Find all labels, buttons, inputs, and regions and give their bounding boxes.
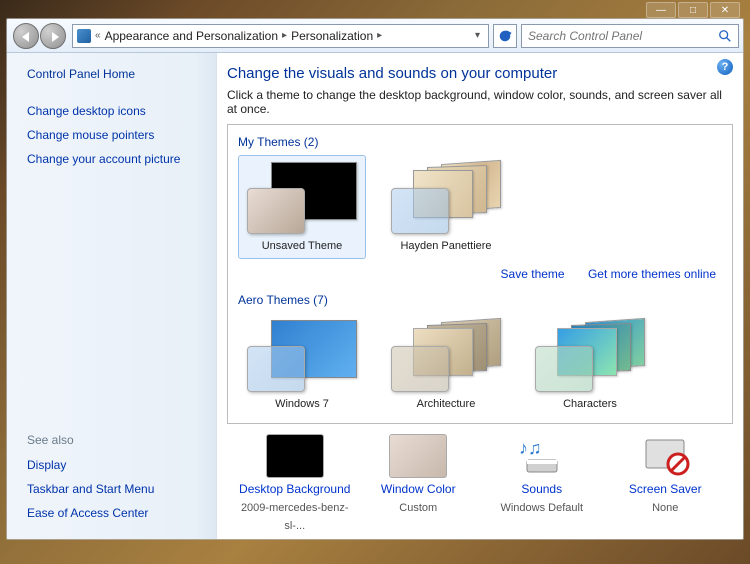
- page-title: Change the visuals and sounds on your co…: [227, 65, 733, 82]
- nav-back-button[interactable]: [13, 23, 39, 49]
- nav-forward-button[interactable]: [40, 23, 66, 49]
- sidebar-link-mouse-pointers[interactable]: Change mouse pointers: [27, 128, 206, 142]
- window-color-icon: [389, 434, 447, 478]
- get-more-themes-link[interactable]: Get more themes online: [588, 267, 716, 281]
- sidebar-link-ease-of-access[interactable]: Ease of Access Center: [27, 506, 206, 520]
- sidebar-link-account-picture[interactable]: Change your account picture: [27, 152, 206, 166]
- close-button[interactable]: ✕: [710, 2, 740, 18]
- maximize-button[interactable]: □: [678, 2, 708, 18]
- theme-label: Architecture: [387, 398, 505, 410]
- bottom-setting-item[interactable]: ♪♫ Sounds Windows Default: [483, 434, 601, 534]
- theme-item[interactable]: Hayden Panettiere: [382, 155, 510, 259]
- page-subtext: Click a theme to change the desktop back…: [227, 88, 733, 116]
- see-also-label: See also: [27, 433, 206, 447]
- bottom-setting-label[interactable]: Desktop Background: [236, 482, 354, 496]
- search-icon: [718, 29, 732, 43]
- themes-list[interactable]: My Themes (2) Unsaved Theme Hayden Panett…: [227, 124, 733, 424]
- search-input[interactable]: [528, 29, 718, 43]
- theme-item[interactable]: Unsaved Theme: [238, 155, 366, 259]
- bottom-setting-label[interactable]: Sounds: [483, 482, 601, 496]
- bottom-setting-value: Windows Default: [500, 502, 583, 514]
- help-icon[interactable]: ?: [717, 59, 733, 75]
- theme-item[interactable]: Architecture: [382, 313, 510, 417]
- bottom-setting-value: 2009-mercedes-benz-sl-...: [241, 502, 349, 532]
- bottom-setting-label[interactable]: Window Color: [359, 482, 477, 496]
- desktop-bg-icon: [266, 434, 324, 478]
- breadcrumb-prefix: «: [95, 30, 101, 41]
- sidebar: Control Panel Home Change desktop icons …: [7, 53, 217, 539]
- svg-text:♪♫: ♪♫: [519, 438, 542, 458]
- sidebar-link-desktop-icons[interactable]: Change desktop icons: [27, 104, 206, 118]
- bottom-setting-item[interactable]: Window Color Custom: [359, 434, 477, 534]
- chevron-right-icon: ▸: [282, 30, 287, 41]
- minimize-button[interactable]: —: [646, 2, 676, 18]
- bottom-setting-item[interactable]: Desktop Background 2009-mercedes-benz-sl-…: [236, 434, 354, 534]
- theme-label: Windows 7: [243, 398, 361, 410]
- theme-label: Characters: [531, 398, 649, 410]
- breadcrumb-parent[interactable]: Appearance and Personalization: [105, 29, 278, 43]
- bottom-setting-item[interactable]: Screen Saver None: [606, 434, 724, 534]
- sidebar-link-taskbar[interactable]: Taskbar and Start Menu: [27, 482, 206, 496]
- sounds-icon: ♪♫: [513, 434, 571, 478]
- bottom-setting-value: None: [652, 502, 678, 514]
- my-themes-label: My Themes (2): [238, 135, 722, 149]
- breadcrumb-current[interactable]: Personalization: [291, 29, 373, 43]
- theme-label: Unsaved Theme: [243, 240, 361, 252]
- toolbar: « Appearance and Personalization ▸ Perso…: [7, 19, 743, 53]
- theme-label: Hayden Panettiere: [387, 240, 505, 252]
- address-bar[interactable]: « Appearance and Personalization ▸ Perso…: [72, 24, 489, 48]
- breadcrumb-root-icon: [77, 29, 91, 43]
- aero-themes-label: Aero Themes (7): [238, 293, 722, 307]
- screensaver-icon: [636, 434, 694, 478]
- sidebar-link-display[interactable]: Display: [27, 458, 206, 472]
- control-panel-home-link[interactable]: Control Panel Home: [27, 67, 206, 81]
- chevron-right-icon: ▸: [377, 30, 382, 41]
- theme-item[interactable]: Characters: [526, 313, 654, 417]
- main-panel: ? Change the visuals and sounds on your …: [217, 53, 743, 539]
- save-theme-link[interactable]: Save theme: [501, 267, 565, 281]
- bottom-setting-value: Custom: [399, 502, 437, 514]
- bottom-setting-label[interactable]: Screen Saver: [606, 482, 724, 496]
- search-box[interactable]: [521, 24, 739, 48]
- refresh-button[interactable]: [493, 24, 517, 48]
- address-dropdown-icon[interactable]: ▾: [471, 30, 484, 41]
- theme-item[interactable]: Windows 7: [238, 313, 366, 417]
